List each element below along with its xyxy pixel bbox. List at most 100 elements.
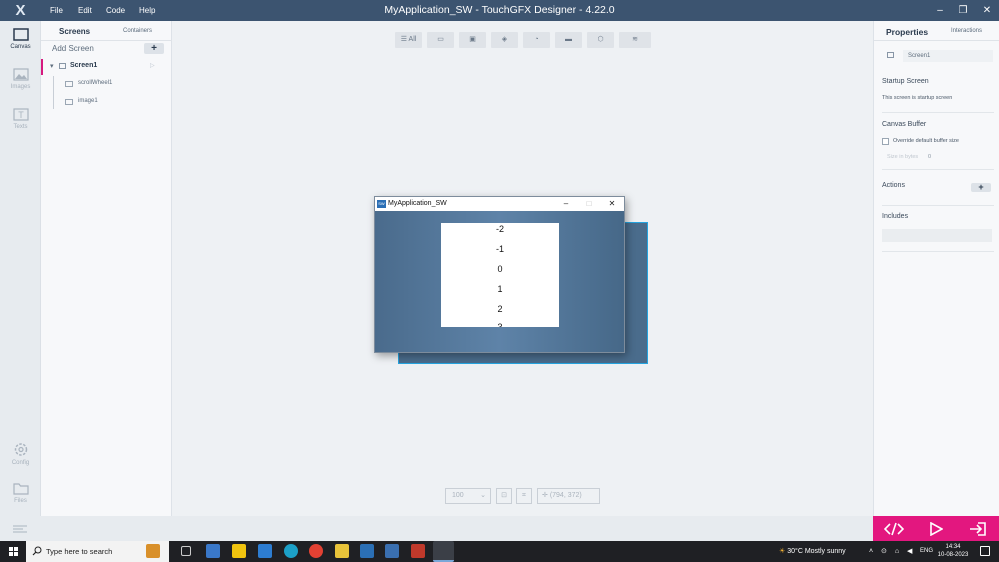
- fit-icon[interactable]: ⊡: [496, 488, 512, 504]
- task-view-icon[interactable]: [181, 546, 191, 556]
- touchgfx-logo: X: [15, 2, 26, 19]
- button-icon[interactable]: ▬: [555, 32, 582, 48]
- shapes-icon[interactable]: ◔: [523, 32, 550, 48]
- language-indicator[interactable]: ENG: [920, 541, 933, 562]
- run-icon[interactable]: [915, 516, 957, 541]
- sim-close-button[interactable]: ✕: [602, 198, 622, 210]
- simulator-title-bar[interactable]: SW MyApplication_SW – □ ✕: [375, 197, 624, 211]
- sim-maximize-button[interactable]: □: [579, 198, 599, 210]
- zoom-value: 100: [452, 492, 464, 499]
- coordinates-value: (794, 372): [549, 492, 582, 499]
- action-bar: [873, 516, 999, 541]
- menu-file[interactable]: File: [50, 0, 63, 21]
- tab-screens[interactable]: Screens: [59, 27, 90, 36]
- menu-help[interactable]: Help: [139, 0, 155, 21]
- images-icon: [12, 68, 29, 81]
- filter-all-button[interactable]: ☰ All: [395, 32, 422, 48]
- matlab-icon[interactable]: [411, 544, 425, 558]
- app-icon[interactable]: [335, 544, 349, 558]
- export-icon[interactable]: [957, 516, 999, 541]
- add-screen-label[interactable]: Add Screen: [52, 44, 94, 53]
- add-action-button[interactable]: +: [971, 183, 991, 192]
- simulator-window[interactable]: SW MyApplication_SW – □ ✕ -2 -1 0 1 2 3: [374, 196, 625, 353]
- chevron-down-icon[interactable]: ▾: [50, 62, 54, 70]
- texts-icon: T: [12, 108, 29, 121]
- date: 10-08-2023: [937, 552, 969, 558]
- divider: [882, 251, 994, 252]
- store-icon[interactable]: [206, 544, 220, 558]
- zoom-select[interactable]: 100 ⌄: [445, 488, 491, 504]
- weather-text: 30°C Mostly sunny: [787, 548, 846, 555]
- code-icon[interactable]: [873, 516, 915, 541]
- container-icon[interactable]: ▭: [427, 32, 454, 48]
- touchgfx-taskbar-icon[interactable]: [360, 544, 374, 558]
- crosshair-icon: ✛: [542, 492, 550, 499]
- notification-icon[interactable]: [980, 546, 990, 556]
- scroll-wheel-icon: [65, 81, 73, 87]
- scroll-wheel[interactable]: -2 -1 0 1 2 3: [441, 223, 559, 327]
- chevron-down-icon: ⌄: [480, 492, 486, 499]
- override-buffer-checkbox[interactable]: [882, 138, 889, 145]
- tab-containers[interactable]: Containers: [123, 28, 152, 34]
- left-rail: Canvas Images T Texts Config Files: [0, 21, 41, 516]
- startup-screen-title: Startup Screen: [882, 78, 929, 85]
- simulator-taskbar-icon[interactable]: [433, 541, 454, 562]
- rail-canvas[interactable]: Canvas: [0, 28, 41, 50]
- simulator-title: MyApplication_SW: [388, 200, 447, 207]
- rail-texts[interactable]: T Texts: [0, 108, 41, 130]
- briefcase-icon[interactable]: [146, 544, 160, 558]
- includes-field[interactable]: [882, 229, 992, 242]
- system-tray[interactable]: ˄ ⊙ ⌂ ◀: [869, 541, 915, 562]
- rail-label-texts: Texts: [13, 124, 28, 130]
- windows-start-button[interactable]: [0, 541, 26, 562]
- rail-images[interactable]: Images: [0, 68, 41, 90]
- canvas-icon: [12, 28, 29, 41]
- weather-widget[interactable]: ☀ 30°C Mostly sunny: [779, 541, 846, 562]
- override-buffer-label: Override default buffer size: [893, 138, 959, 144]
- menu-code[interactable]: Code: [106, 0, 125, 21]
- tree-line: [53, 76, 54, 109]
- tab-interactions[interactable]: Interactions: [951, 28, 982, 34]
- wheel-item[interactable]: 3: [441, 322, 559, 327]
- cube-icon[interactable]: ⬡: [587, 32, 614, 48]
- screen-name-field[interactable]: Screen1: [903, 50, 993, 62]
- edge-icon[interactable]: [284, 544, 298, 558]
- wheel-item[interactable]: 0: [441, 264, 559, 274]
- widget-toolbar: ☰ All ▭ ▣ ◈ ◔ ▬ ⬡ ≋: [395, 32, 651, 48]
- sim-minimize-button[interactable]: –: [556, 198, 576, 210]
- search-placeholder: Type here to search: [46, 547, 113, 556]
- rail-config[interactable]: Config: [0, 442, 41, 466]
- clock[interactable]: 14:34 10-08-2023: [937, 543, 969, 559]
- time: 14:34: [945, 544, 961, 550]
- wheel-item[interactable]: 2: [441, 304, 559, 314]
- app-icon: SW: [377, 200, 386, 208]
- rail-label-canvas: Canvas: [10, 44, 31, 50]
- widget-name: image1: [78, 98, 98, 104]
- svg-text:T: T: [18, 110, 24, 120]
- wheel-item[interactable]: -1: [441, 244, 559, 254]
- tab-properties[interactable]: Properties: [886, 27, 928, 37]
- menu-icon[interactable]: [12, 524, 28, 534]
- ide-icon[interactable]: [385, 544, 399, 558]
- image-icon[interactable]: ▣: [459, 32, 486, 48]
- layers-icon[interactable]: ◈: [491, 32, 518, 48]
- screen-icon: [887, 52, 894, 58]
- screen-tree-item[interactable]: ▾ Screen1 ▷: [41, 59, 172, 75]
- rail-files[interactable]: Files: [0, 482, 41, 504]
- stack-icon[interactable]: ≋: [619, 32, 651, 48]
- file-explorer-icon[interactable]: [232, 544, 246, 558]
- add-screen-button[interactable]: +: [144, 43, 164, 54]
- wheel-item[interactable]: -2: [441, 224, 559, 234]
- close-button[interactable]: ✕: [973, 0, 999, 21]
- menu-edit[interactable]: Edit: [78, 0, 92, 21]
- simulator-display[interactable]: -2 -1 0 1 2 3: [375, 211, 624, 352]
- tab-divider: [41, 40, 172, 41]
- divider: [882, 112, 994, 113]
- chrome-icon[interactable]: [309, 544, 323, 558]
- crop-icon[interactable]: ⌗: [516, 488, 532, 504]
- rail-label-files: Files: [14, 498, 27, 504]
- mail-icon[interactable]: [258, 544, 272, 558]
- list-icon: ☰: [400, 36, 409, 43]
- search-icon: [32, 546, 42, 556]
- wheel-item[interactable]: 1: [441, 284, 559, 294]
